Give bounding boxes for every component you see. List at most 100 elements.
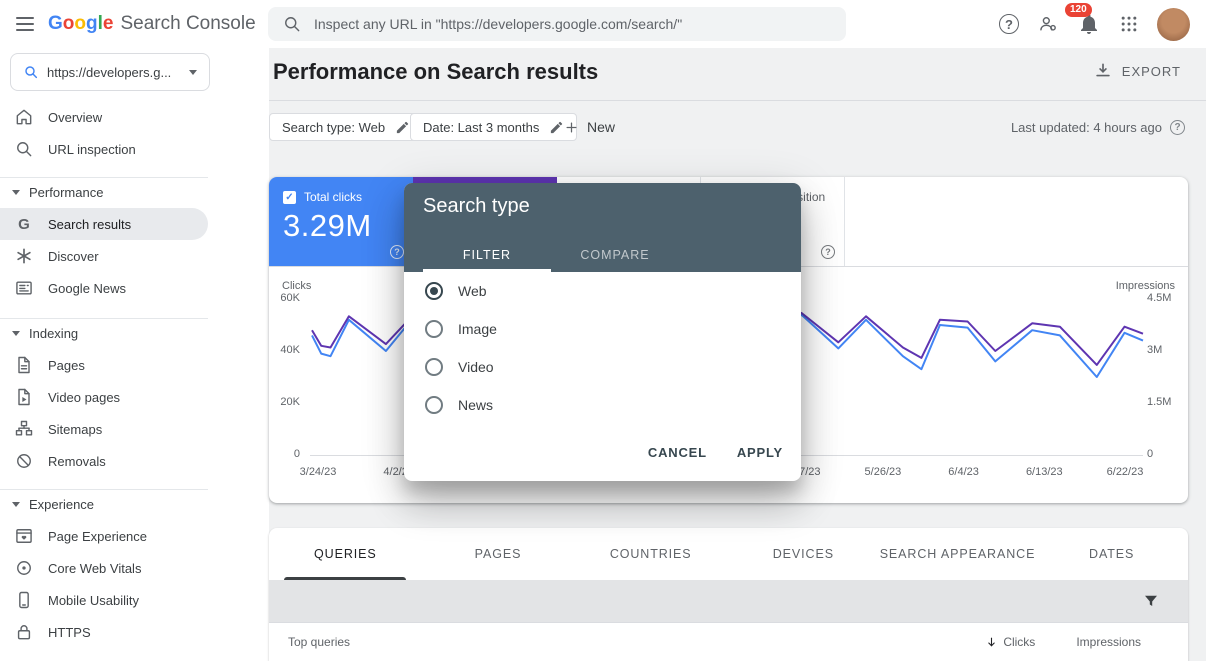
x-axis-label: 6/22/23	[1095, 466, 1155, 478]
y-axis-label: 60K	[266, 292, 300, 304]
new-label: New	[587, 119, 615, 135]
filter-funnel-icon[interactable]	[1142, 592, 1160, 610]
google-g-icon: G	[14, 214, 34, 234]
divider	[0, 489, 208, 490]
radio-icon	[425, 358, 443, 376]
property-selector[interactable]: https://developers.g...	[10, 53, 210, 91]
sidebar-item-search-results[interactable]: G Search results	[0, 208, 208, 240]
new-filter-button[interactable]: New	[564, 113, 615, 141]
tab-devices[interactable]: DEVICES	[727, 528, 880, 580]
radio-icon	[425, 396, 443, 414]
x-axis-label: 3/24/23	[288, 466, 348, 478]
url-inspection-searchbox[interactable]	[268, 7, 846, 41]
divider	[0, 177, 208, 178]
tab-search-appearance[interactable]: SEARCH APPEARANCE	[880, 528, 1036, 580]
help-question-icon[interactable]: ?	[821, 245, 835, 259]
google-apps-grid-icon[interactable]	[1119, 14, 1139, 34]
metric-tile-total-clicks[interactable]: Total clicks 3.29M ?	[269, 177, 413, 266]
search-type-option-news[interactable]: News	[404, 386, 801, 424]
sidebar-section-performance[interactable]: Performance	[0, 180, 208, 204]
search-type-option-video[interactable]: Video	[404, 348, 801, 386]
tab-queries[interactable]: QUERIES	[269, 528, 422, 580]
notifications-bell-icon[interactable]: 120	[1077, 12, 1101, 36]
sidebar-item-core-web-vitals[interactable]: Core Web Vitals	[0, 552, 208, 584]
property-url: https://developers.g...	[47, 65, 181, 80]
sidebar-item-label: Mobile Usability	[48, 593, 139, 608]
apply-button[interactable]: APPLY	[737, 445, 783, 460]
x-axis-label: 5/26/23	[853, 466, 913, 478]
video-document-icon	[14, 387, 34, 407]
dialog-body: Web Image Video News	[404, 272, 801, 424]
sidebar-nav: https://developers.g... Overview URL ins…	[0, 48, 269, 661]
sidebar-item-label: Discover	[48, 249, 99, 264]
tile-checkbox-icon[interactable]	[283, 191, 296, 204]
tile-value: 3.29M	[283, 208, 413, 244]
dialog-tab-filter[interactable]: FILTER	[423, 238, 551, 272]
sidebar-item-video-pages[interactable]: Video pages	[0, 381, 208, 413]
sidebar-item-mobile-usability[interactable]: Mobile Usability	[0, 584, 208, 616]
cancel-button[interactable]: CANCEL	[648, 445, 707, 460]
document-icon	[14, 355, 34, 375]
sidebar-item-removals[interactable]: Removals	[0, 445, 208, 477]
page-experience-icon	[14, 526, 34, 546]
dimension-tabs: QUERIES PAGES COUNTRIES DEVICES SEARCH A…	[269, 528, 1188, 580]
help-icon[interactable]: ?	[999, 14, 1019, 34]
sidebar-item-https[interactable]: HTTPS	[0, 616, 208, 648]
last-updated: Last updated: 4 hours ago ?	[1011, 113, 1185, 141]
sidebar-item-page-experience[interactable]: Page Experience	[0, 520, 208, 552]
divider	[0, 318, 208, 319]
url-inspection-input[interactable]	[314, 16, 832, 32]
sidebar-item-label: HTTPS	[48, 625, 91, 640]
discover-icon	[14, 246, 34, 266]
dialog-title: Search type	[423, 195, 801, 218]
sidebar-section-indexing[interactable]: Indexing	[0, 321, 208, 345]
sitemap-icon	[14, 419, 34, 439]
app-logo[interactable]: Google Search Console	[48, 0, 256, 48]
sidebar-item-label: URL inspection	[48, 142, 136, 157]
dialog-tab-compare[interactable]: COMPARE	[551, 238, 679, 272]
page-title: Performance on Search results	[273, 59, 598, 85]
column-header-clicks[interactable]: Clicks	[985, 635, 1035, 649]
plus-icon	[564, 120, 579, 135]
user-settings-icon[interactable]	[1037, 13, 1059, 35]
help-question-icon[interactable]: ?	[1170, 120, 1185, 135]
radio-label: Video	[458, 359, 494, 375]
help-question-icon[interactable]: ?	[390, 245, 404, 259]
sidebar-item-google-news[interactable]: Google News	[0, 272, 208, 304]
search-type-option-image[interactable]: Image	[404, 310, 801, 348]
sidebar-item-label: Removals	[48, 454, 106, 469]
main-menu-icon[interactable]	[16, 17, 34, 31]
notification-count-badge: 120	[1065, 3, 1092, 17]
tile-label: Total clicks	[304, 190, 362, 204]
sidebar-item-sitemaps[interactable]: Sitemaps	[0, 413, 208, 445]
x-axis-label: 6/4/23	[934, 466, 994, 478]
date-filter-chip[interactable]: Date: Last 3 months	[410, 113, 577, 141]
sidebar-item-overview[interactable]: Overview	[0, 101, 208, 133]
sidebar-item-pages[interactable]: Pages	[0, 349, 208, 381]
export-button[interactable]: EXPORT	[1093, 61, 1181, 81]
radio-label: Web	[458, 283, 487, 299]
download-icon	[1093, 61, 1113, 81]
account-avatar[interactable]	[1157, 8, 1190, 41]
section-label: Indexing	[29, 326, 78, 341]
sidebar-item-label: Google News	[48, 281, 126, 296]
search-type-filter-chip[interactable]: Search type: Web	[269, 113, 423, 141]
sidebar-item-url-inspection[interactable]: URL inspection	[0, 133, 208, 165]
google-search-console-app: Google Search Console ? 120	[0, 0, 1206, 661]
column-header-impressions[interactable]: Impressions	[1076, 635, 1141, 649]
table-header-row: Top queries Clicks Impressions	[269, 622, 1188, 661]
newspaper-icon	[14, 278, 34, 298]
tab-countries[interactable]: COUNTRIES	[574, 528, 727, 580]
sidebar-item-discover[interactable]: Discover	[0, 240, 208, 272]
search-type-option-web[interactable]: Web	[404, 272, 801, 310]
chip-label: Search type: Web	[282, 120, 385, 135]
y-axis-label: 1.5M	[1147, 396, 1181, 408]
tab-dates[interactable]: DATES	[1035, 528, 1188, 580]
tab-pages[interactable]: PAGES	[422, 528, 575, 580]
sidebar-section-experience[interactable]: Experience	[0, 492, 208, 516]
smartphone-icon	[14, 590, 34, 610]
radio-label: Image	[458, 321, 497, 337]
right-axis-title: Impressions	[1116, 280, 1175, 292]
logo-letter: e	[103, 13, 114, 35]
section-collapse-icon	[12, 502, 20, 507]
